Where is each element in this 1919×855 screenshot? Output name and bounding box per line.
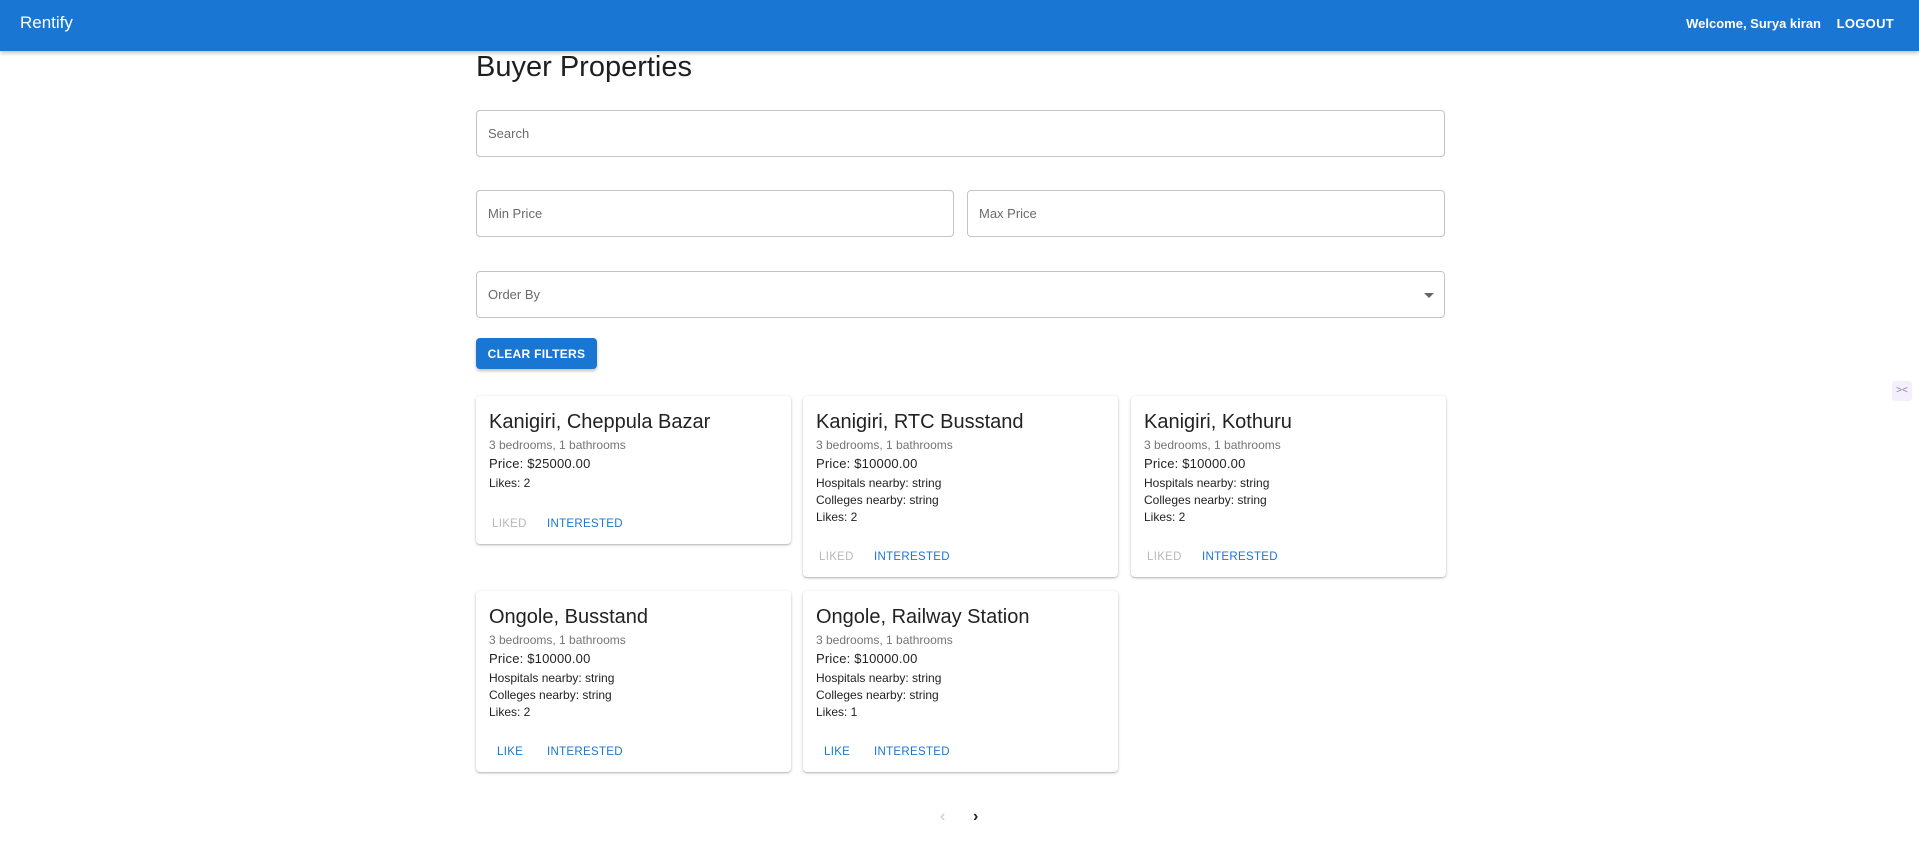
property-title: Ongole, Railway Station bbox=[816, 606, 1030, 628]
max-price-placeholder: Max Price bbox=[979, 206, 1037, 221]
page-title: Buyer Properties bbox=[476, 51, 692, 83]
property-hospitals: Hospitals nearby: string bbox=[1144, 476, 1270, 490]
property-likes: Likes: 2 bbox=[1144, 510, 1186, 524]
order-by-select[interactable]: Order By bbox=[476, 271, 1445, 318]
search-placeholder: Search bbox=[488, 126, 530, 141]
property-card: Kanigiri, Kothuru 3 bedrooms, 1 bathroom… bbox=[1131, 396, 1446, 577]
dropdown-caret-icon bbox=[1424, 293, 1434, 298]
interested-button[interactable]: INTERESTED bbox=[874, 746, 950, 758]
property-colleges: Colleges nearby: string bbox=[1144, 493, 1267, 507]
property-rooms: 3 bedrooms, 1 bathrooms bbox=[1144, 438, 1281, 452]
property-price: Price: $10000.00 bbox=[1144, 456, 1246, 471]
property-hospitals: Hospitals nearby: string bbox=[816, 671, 942, 685]
property-card: Ongole, Railway Station 3 bedrooms, 1 ba… bbox=[803, 591, 1118, 772]
property-title: Kanigiri, Cheppula Bazar bbox=[489, 411, 711, 433]
property-title: Ongole, Busstand bbox=[489, 606, 648, 628]
clear-filters-button[interactable]: CLEAR FILTERS bbox=[476, 338, 597, 369]
property-price: Price: $10000.00 bbox=[816, 456, 918, 471]
logout-button[interactable]: LOGOUT bbox=[1837, 16, 1894, 31]
property-colleges: Colleges nearby: string bbox=[816, 493, 939, 507]
liked-button[interactable]: LIKED bbox=[819, 551, 854, 563]
interested-button[interactable]: INTERESTED bbox=[874, 551, 950, 563]
search-input[interactable]: Search bbox=[476, 110, 1445, 157]
liked-button[interactable]: LIKED bbox=[492, 518, 527, 530]
property-hospitals: Hospitals nearby: string bbox=[816, 476, 942, 490]
extension-icon[interactable]: >< bbox=[1892, 381, 1912, 401]
interested-button[interactable]: INTERESTED bbox=[547, 518, 623, 530]
welcome-text: Welcome, Surya kiran bbox=[1686, 16, 1821, 31]
property-likes: Likes: 2 bbox=[489, 705, 531, 719]
property-rooms: 3 bedrooms, 1 bathrooms bbox=[489, 633, 626, 647]
like-button[interactable]: LIKE bbox=[497, 746, 523, 758]
property-price: Price: $10000.00 bbox=[489, 651, 591, 666]
interested-button[interactable]: INTERESTED bbox=[1202, 551, 1278, 563]
property-likes: Likes: 2 bbox=[489, 476, 531, 490]
property-rooms: 3 bedrooms, 1 bathrooms bbox=[816, 438, 953, 452]
property-rooms: 3 bedrooms, 1 bathrooms bbox=[816, 633, 953, 647]
chevron-left-icon[interactable]: ‹ bbox=[940, 808, 945, 826]
max-price-input[interactable]: Max Price bbox=[967, 190, 1445, 237]
property-price: Price: $10000.00 bbox=[816, 651, 918, 666]
property-colleges: Colleges nearby: string bbox=[816, 688, 939, 702]
property-colleges: Colleges nearby: string bbox=[489, 688, 612, 702]
property-title: Kanigiri, RTC Busstand bbox=[816, 411, 1024, 433]
like-button[interactable]: LIKE bbox=[824, 746, 850, 758]
property-price: Price: $25000.00 bbox=[489, 456, 591, 471]
app-brand[interactable]: Rentify bbox=[20, 13, 73, 33]
property-card: Ongole, Busstand 3 bedrooms, 1 bathrooms… bbox=[476, 591, 791, 772]
interested-button[interactable]: INTERESTED bbox=[547, 746, 623, 758]
min-price-placeholder: Min Price bbox=[488, 206, 543, 221]
liked-button[interactable]: LIKED bbox=[1147, 551, 1182, 563]
property-card: Kanigiri, Cheppula Bazar 3 bedrooms, 1 b… bbox=[476, 396, 791, 544]
property-likes: Likes: 2 bbox=[816, 510, 858, 524]
property-card: Kanigiri, RTC Busstand 3 bedrooms, 1 bat… bbox=[803, 396, 1118, 577]
property-hospitals: Hospitals nearby: string bbox=[489, 671, 615, 685]
property-title: Kanigiri, Kothuru bbox=[1144, 411, 1292, 433]
property-rooms: 3 bedrooms, 1 bathrooms bbox=[489, 438, 626, 452]
order-by-placeholder: Order By bbox=[488, 287, 541, 302]
chevron-right-icon[interactable]: › bbox=[973, 808, 978, 826]
property-likes: Likes: 1 bbox=[816, 705, 858, 719]
min-price-input[interactable]: Min Price bbox=[476, 190, 954, 237]
app-bar: Rentify Welcome, Surya kiran LOGOUT bbox=[0, 0, 1919, 51]
